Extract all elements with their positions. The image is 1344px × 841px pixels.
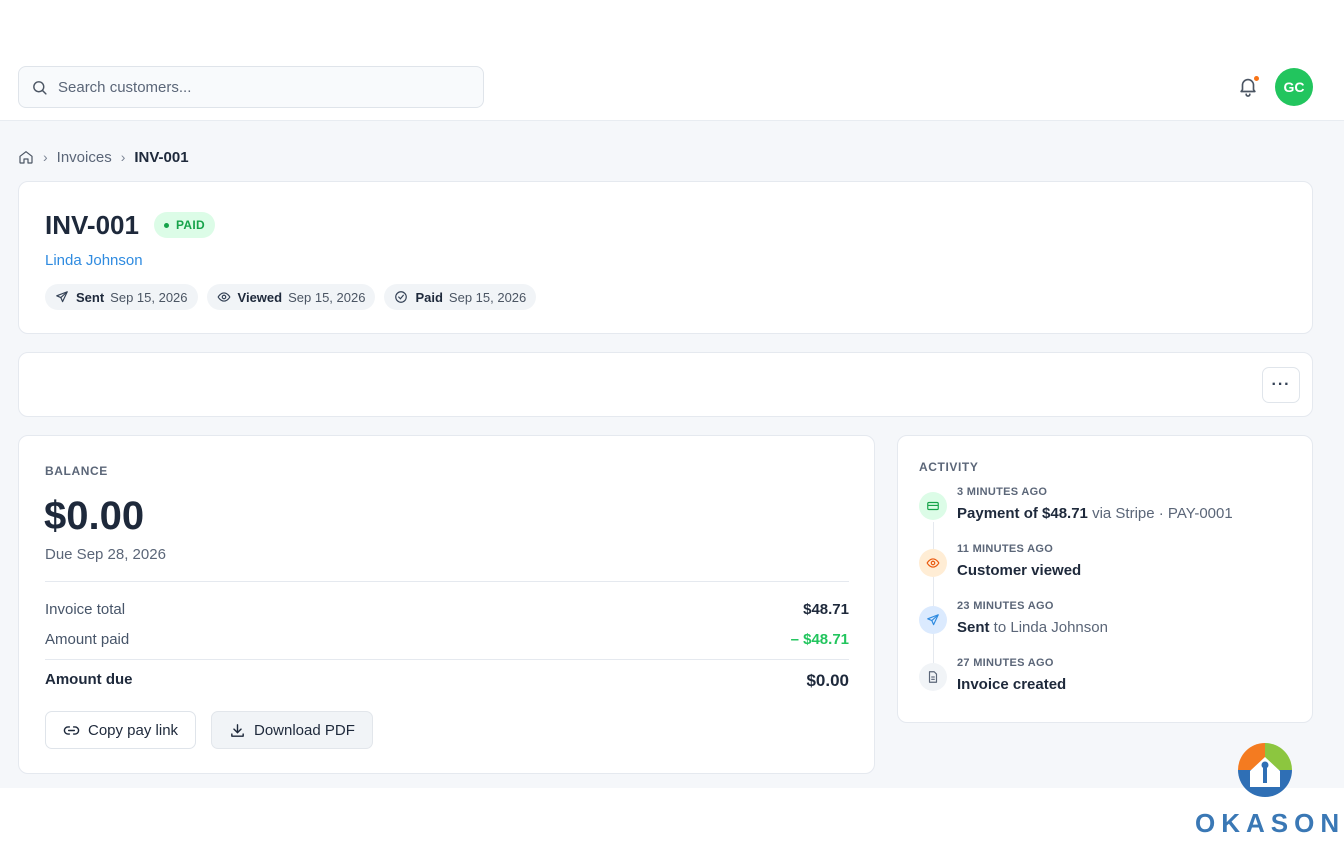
event-label: Paid — [415, 289, 443, 305]
activity-strong: Invoice created — [957, 676, 1067, 693]
activity-text: Customer viewed — [957, 562, 1081, 579]
credit-card-icon — [919, 492, 947, 520]
copy-pay-link-button[interactable]: Copy pay link — [45, 711, 197, 749]
divider — [45, 659, 849, 660]
search-input[interactable] — [58, 78, 458, 96]
search-box[interactable] — [18, 66, 484, 108]
event-label: Sent — [76, 289, 105, 305]
activity-rest: via Stripe · PAY-0001 — [1087, 505, 1233, 522]
customer-link[interactable]: Linda Johnson — [45, 252, 143, 269]
balance-amount: $0.00 — [44, 494, 145, 538]
activity-time: 27 MINUTES AGO — [957, 657, 1054, 669]
event-paid: Paid Sep 15, 2026 — [384, 284, 537, 310]
download-pdf-button[interactable]: Download PDF — [211, 711, 373, 749]
send-icon — [919, 606, 947, 634]
okason-logo-icon — [1238, 743, 1292, 797]
more-horizontal-icon: ··· — [1271, 376, 1291, 393]
notifications-button[interactable] — [1237, 75, 1259, 99]
page-title: INV-001 — [45, 210, 139, 240]
event-viewed: Viewed Sep 15, 2026 — [206, 284, 376, 310]
top-bar: GC — [0, 0, 1344, 121]
activity-label: ACTIVITY — [919, 460, 979, 474]
activity-item: 3 MINUTES AGO Payment of $48.71 via Stri… — [919, 486, 1299, 536]
status-badge: PAID — [154, 212, 215, 238]
check-circle-icon — [395, 291, 408, 303]
eye-icon — [919, 549, 947, 577]
event-sent: Sent Sep 15, 2026 — [45, 284, 198, 310]
row-label: Invoice total — [45, 601, 126, 618]
activity-rest: to Linda Johnson — [989, 619, 1108, 636]
activity-strong: Customer viewed — [957, 562, 1082, 579]
activity-item: 11 MINUTES AGO Customer viewed — [919, 543, 1299, 593]
brand-name: OKASON — [1195, 808, 1344, 838]
more-actions-button[interactable]: ··· — [1262, 367, 1300, 403]
eye-icon — [217, 292, 231, 302]
event-date: Sep 15, 2026 — [448, 289, 527, 305]
row-label: Amount paid — [45, 631, 130, 648]
avatar[interactable]: GC — [1275, 68, 1313, 106]
invoice-header-card: INV-001 PAID Linda Johnson Sent Sep 15, … — [18, 181, 1313, 334]
breadcrumb-invoices[interactable]: Invoices — [57, 149, 112, 166]
status-dot — [164, 222, 169, 228]
activity-text: Invoice created — [957, 676, 1066, 693]
status-label: PAID — [176, 218, 205, 232]
download-icon — [231, 723, 244, 737]
timeline-line — [933, 522, 934, 682]
invoice-total-row: Invoice total $48.71 — [45, 601, 849, 618]
balance-label: BALANCE — [45, 464, 108, 478]
activity-time: 3 MINUTES AGO — [957, 486, 1048, 498]
activity-item: 23 MINUTES AGO Sent to Linda Johnson — [919, 600, 1299, 650]
activity-strong: Sent — [957, 619, 990, 636]
actions-toolbar: ··· — [18, 352, 1313, 417]
activity-text: Sent to Linda Johnson — [957, 619, 1108, 636]
row-value: $48.71 — [803, 601, 849, 618]
breadcrumb: › Invoices › INV-001 — [18, 147, 189, 167]
amount-due-row: Amount due $0.00 — [45, 671, 849, 691]
button-label: Copy pay link — [88, 721, 179, 739]
due-date: Due Sep 28, 2026 — [45, 546, 166, 563]
link-icon — [63, 725, 80, 735]
activity-strong: Payment of $48.71 — [957, 505, 1088, 522]
document-icon — [919, 663, 947, 691]
row-value: – $48.71 — [790, 631, 849, 648]
activity-time: 11 MINUTES AGO — [957, 543, 1054, 555]
activity-card: ACTIVITY 3 MINUTES AGO Payment of $48.71… — [897, 435, 1313, 723]
event-label: Viewed — [237, 289, 283, 305]
home-icon[interactable] — [18, 149, 34, 165]
notification-dot — [1254, 76, 1259, 81]
event-date: Sep 15, 2026 — [110, 289, 188, 305]
search-icon — [33, 80, 47, 95]
chevron-right-icon: › — [43, 149, 48, 165]
balance-card: BALANCE $0.00 Due Sep 28, 2026 Invoice t… — [18, 435, 875, 774]
breadcrumb-current: INV-001 — [134, 148, 189, 166]
activity-text: Payment of $48.71 via Stripe · PAY-0001 — [957, 505, 1233, 522]
invoice-events: Sent Sep 15, 2026 Viewed Sep 15, 2026 Pa… — [45, 284, 537, 310]
send-icon — [56, 291, 68, 303]
divider — [45, 581, 849, 582]
chevron-right-icon: › — [120, 149, 126, 165]
row-value: $0.00 — [806, 671, 849, 690]
event-date: Sep 15, 2026 — [288, 289, 366, 305]
activity-item: 27 MINUTES AGO Invoice created — [919, 657, 1299, 707]
amount-paid-row: Amount paid – $48.71 — [45, 631, 849, 648]
button-label: Download PDF — [254, 721, 355, 739]
activity-time: 23 MINUTES AGO — [957, 600, 1054, 612]
row-label: Amount due — [45, 671, 133, 688]
